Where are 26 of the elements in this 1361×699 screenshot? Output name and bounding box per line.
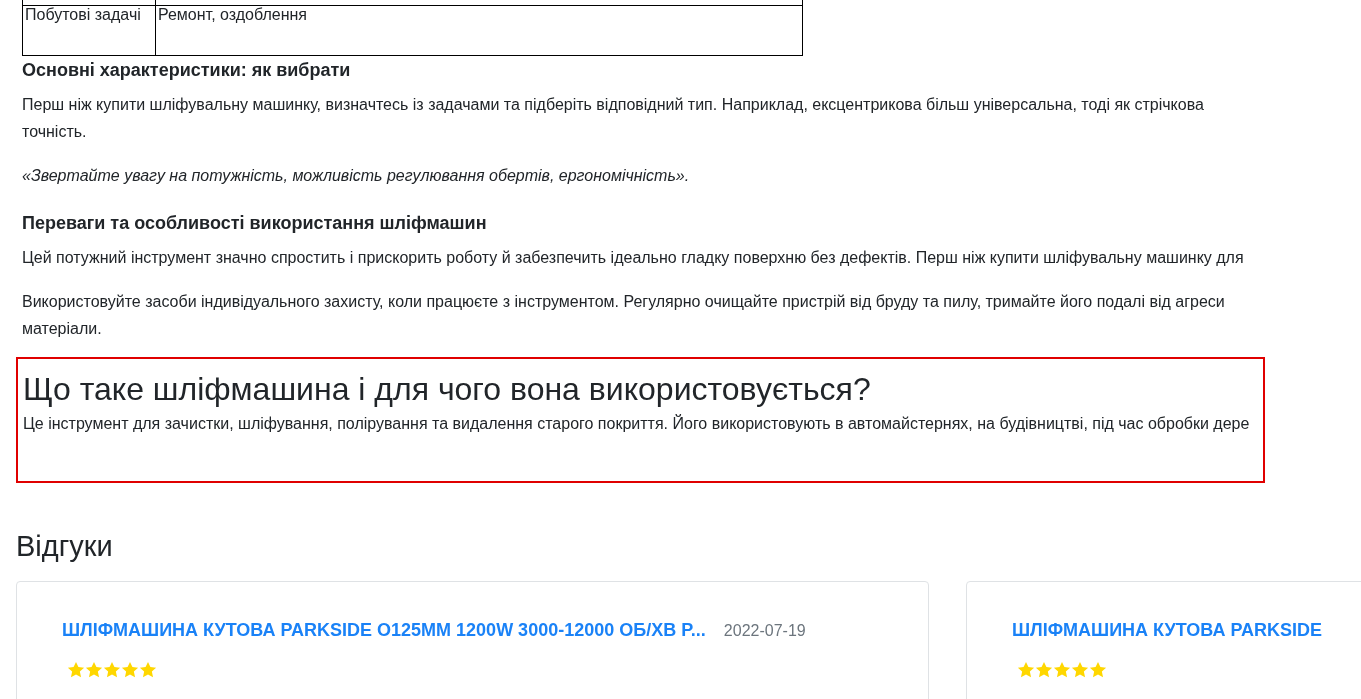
highlight-heading: Що таке шліфмашина і для чого вона використовується? — [23, 371, 872, 407]
paragraph-line: Використовуйте засоби індивідуального захисту, коли працюєте з інструментом. Регулярно очищайте пристрій від бруду та пилу, тримайте його подалі від агреси — [22, 292, 1225, 312]
star-icon — [1035, 661, 1053, 679]
paragraph-line: Це інструмент для зачистки, шліфування, полірування та видалення старого покриття. Його використовують в автомайстернях, на будівництві, під час обробки дере — [23, 415, 1250, 433]
section-heading: Переваги та особливості використання шліфмашин — [22, 212, 488, 234]
star-icon — [121, 661, 139, 679]
star-icon — [139, 661, 157, 679]
review-title-link[interactable]: ШЛІФМАШИНА КУТОВА PARKSIDE O125MM 1200W 3000-12000 ОБ/ХВ P... — [62, 620, 706, 641]
review-title-link[interactable]: ШЛІФМАШИНА КУТОВА PARKSIDE — [1012, 620, 1323, 641]
star-icon — [1089, 661, 1107, 679]
paragraph-line: Перш ніж купити шліфувальну машинку, визначтесь із задачами та підберіть відповідний тип. Наприклад, ексцентрикова більш універсальна, тоді як стрічкова — [22, 95, 1204, 115]
star-icon — [1071, 661, 1089, 679]
star-icon — [85, 661, 103, 679]
star-icon — [1053, 661, 1071, 679]
paragraph-line: точність. — [22, 122, 87, 142]
star-icon — [1017, 661, 1035, 679]
paragraph-line: Цей потужний інструмент значно спростить і прискорить роботу й забезпечить ідеально гладку поверхню без дефектів. Перш ніж купити шліфувальну машинку для — [22, 248, 1244, 268]
quote-text: «Звертайте увагу на потужність, можливість регулювання обертів, ергономічність». — [22, 166, 690, 186]
reviews-heading: Відгуки — [16, 529, 114, 563]
star-icon — [103, 661, 121, 679]
paragraph-line: матеріали. — [22, 319, 102, 339]
table-cell: Побутові задачі — [25, 6, 141, 23]
star-icon — [67, 661, 85, 679]
section-heading: Основні характеристики: як вибрати — [22, 59, 352, 81]
table-cell: Ремонт, оздоблення — [158, 6, 307, 23]
review-date: 2022-07-19 — [723, 621, 806, 640]
